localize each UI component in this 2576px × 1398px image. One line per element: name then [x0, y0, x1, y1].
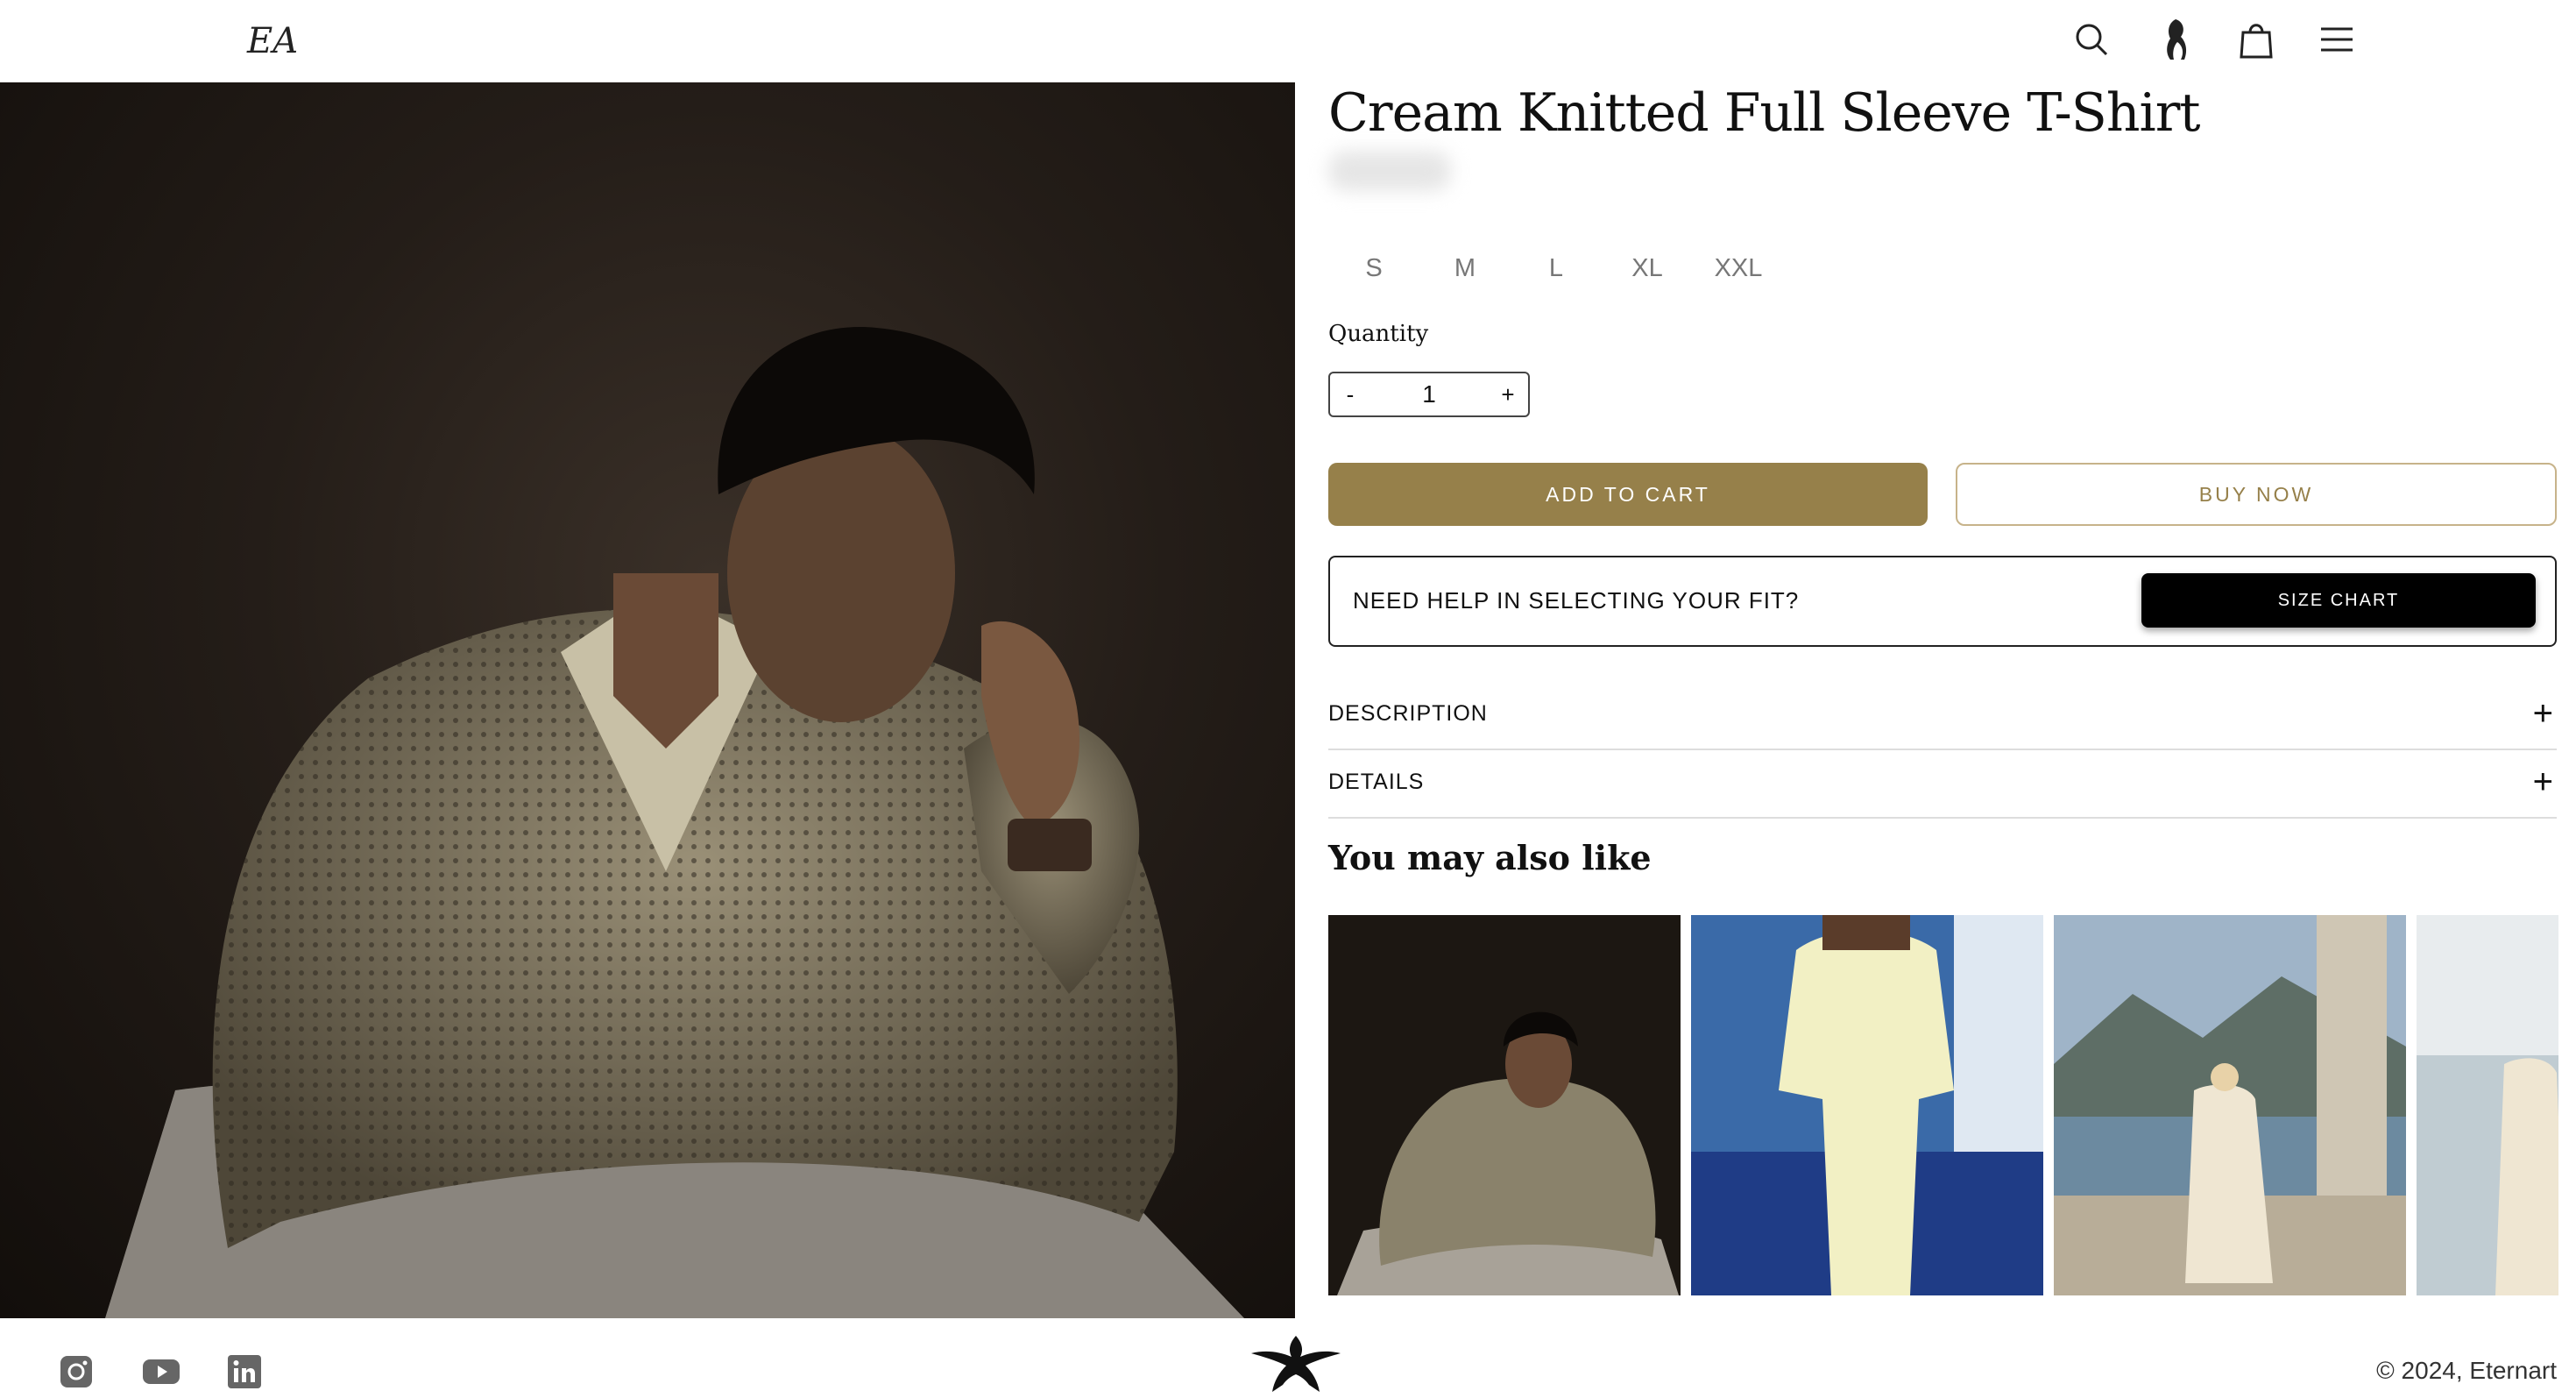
add-to-cart-button[interactable]: ADD TO CART: [1328, 463, 1928, 526]
site-footer: © 2024, Eternart: [0, 1318, 2576, 1394]
accordion-description-label: DESCRIPTION: [1328, 701, 1488, 726]
recommendation-card[interactable]: [2054, 915, 2406, 1295]
brand-figure-icon[interactable]: [2152, 16, 2199, 63]
quantity-input[interactable]: 1: [1370, 380, 1488, 408]
copyright-text: © 2024, Eternart: [2376, 1357, 2557, 1384]
youtube-icon[interactable]: [140, 1353, 182, 1390]
cart-bag-icon[interactable]: [2233, 16, 2280, 63]
product-main-image[interactable]: [0, 82, 1295, 1318]
fit-help-box: NEED HELP IN SELECTING YOUR FIT? SIZE CH…: [1328, 556, 2557, 647]
plus-icon[interactable]: +: [2533, 763, 2553, 802]
quantity-label: Quantity: [1328, 321, 1429, 347]
search-icon[interactable]: [2068, 16, 2115, 63]
size-selector: S M L XL XXL: [1328, 242, 1784, 295]
instagram-icon[interactable]: [58, 1353, 95, 1390]
site-header: EA: [0, 0, 2576, 82]
recommendation-card[interactable]: [2417, 915, 2558, 1295]
menu-icon[interactable]: [2313, 16, 2360, 63]
recommendations-heading: You may also like: [1328, 838, 1652, 877]
product-price-blurred: [1328, 151, 1451, 191]
accordion-details-label: DETAILS: [1328, 770, 1425, 794]
buy-now-button[interactable]: BUY NOW: [1956, 463, 2557, 526]
recommendation-card[interactable]: [1691, 915, 2043, 1295]
quantity-stepper: - 1 +: [1328, 372, 1530, 417]
quantity-increase-button[interactable]: +: [1488, 381, 1528, 408]
accordion-description[interactable]: DESCRIPTION +: [1328, 682, 2557, 750]
fit-help-text: NEED HELP IN SELECTING YOUR FIT?: [1353, 587, 1800, 614]
size-option-s[interactable]: S: [1328, 242, 1419, 295]
brand-logo[interactable]: EA: [245, 16, 303, 63]
quantity-decrease-button[interactable]: -: [1330, 381, 1370, 408]
size-option-l[interactable]: L: [1511, 242, 1602, 295]
plus-icon[interactable]: +: [2533, 694, 2553, 734]
product-title: Cream Knitted Full Sleeve T-Shirt: [1328, 82, 2200, 144]
recommendations-carousel: [1328, 915, 2558, 1295]
footer-brand-emblem[interactable]: [1248, 1331, 1344, 1394]
size-option-m[interactable]: M: [1419, 242, 1511, 295]
size-chart-button[interactable]: SIZE CHART: [2141, 573, 2536, 628]
recommendation-card[interactable]: [1328, 915, 1681, 1295]
linkedin-icon[interactable]: [226, 1353, 263, 1390]
size-option-xxl[interactable]: XXL: [1693, 242, 1784, 295]
size-option-xl[interactable]: XL: [1602, 242, 1693, 295]
svg-text:EA: EA: [246, 21, 298, 61]
accordion-details[interactable]: DETAILS +: [1328, 750, 2557, 819]
